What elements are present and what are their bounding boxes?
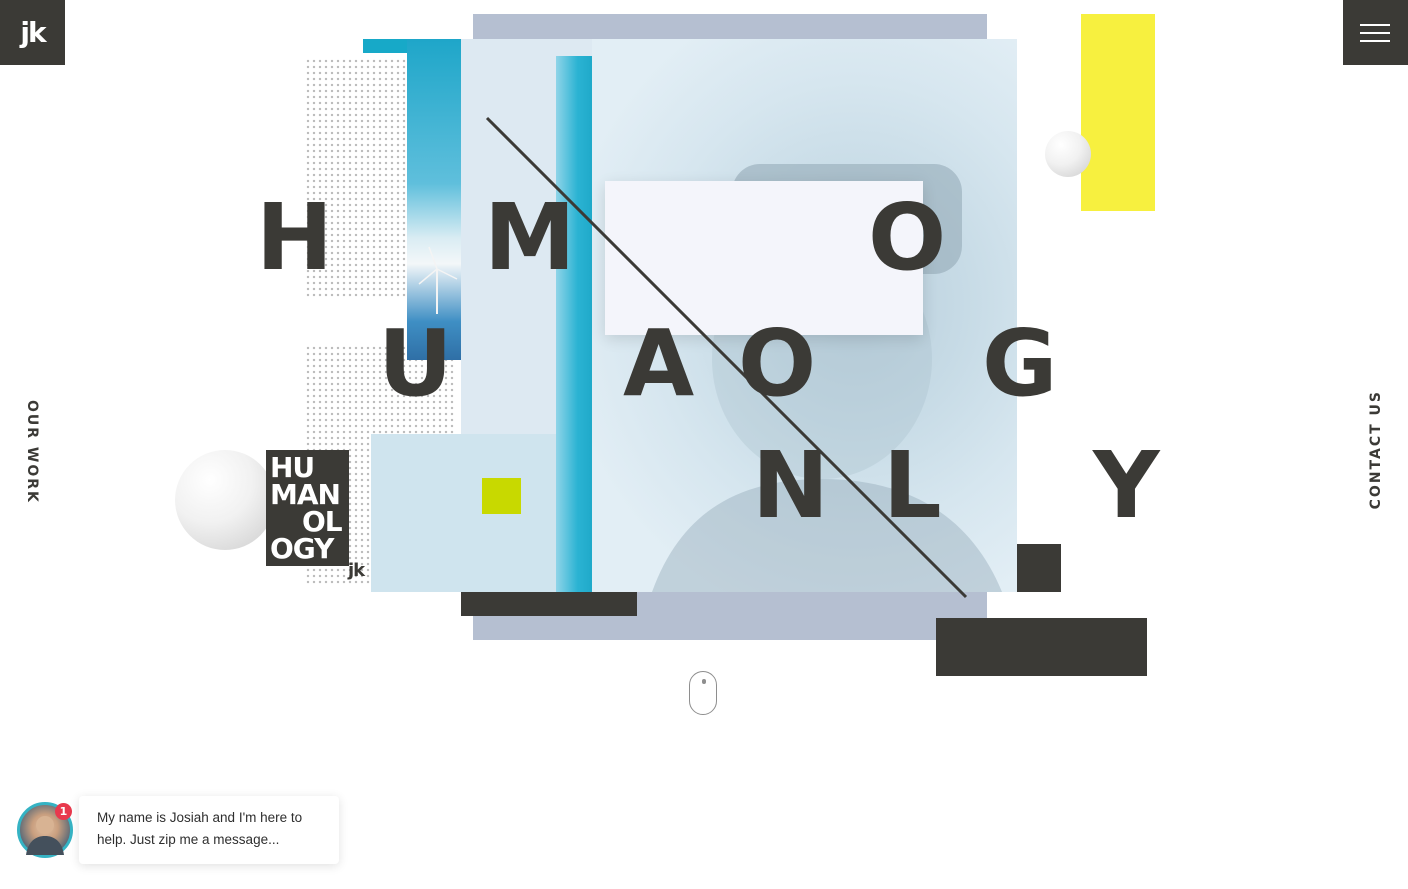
letter-a: A [623,310,695,417]
letter-o-middle: O [738,310,817,417]
letter-n: N [752,432,829,539]
logo-tile-line: OGY [270,532,334,565]
logo-tile-line: OL [302,505,343,538]
letter-h: H [256,184,333,291]
letter-u: U [378,310,453,417]
chat-notification-badge: 1 [55,803,72,820]
mouse-scroll-icon[interactable] [689,671,717,715]
logo-tile-line: MAN [270,478,341,511]
humanology-logo-tile: HU MAN OL OGY [266,450,349,566]
chat-message-bubble[interactable]: My name is Josiah and I'm here to help. … [79,796,339,864]
letter-g: G [982,310,1058,417]
letter-o-top: O [868,184,947,291]
mouse-wheel [702,679,706,684]
chat-message-text: My name is Josiah and I'm here to help. … [97,810,303,847]
letter-l: L [883,432,942,539]
letter-y: Y [1093,432,1160,539]
letter-m: M [484,184,576,291]
diagonal-line [485,116,968,599]
logo-tile-mark: jk [348,560,365,581]
logo-tile-line: HU [270,451,315,484]
